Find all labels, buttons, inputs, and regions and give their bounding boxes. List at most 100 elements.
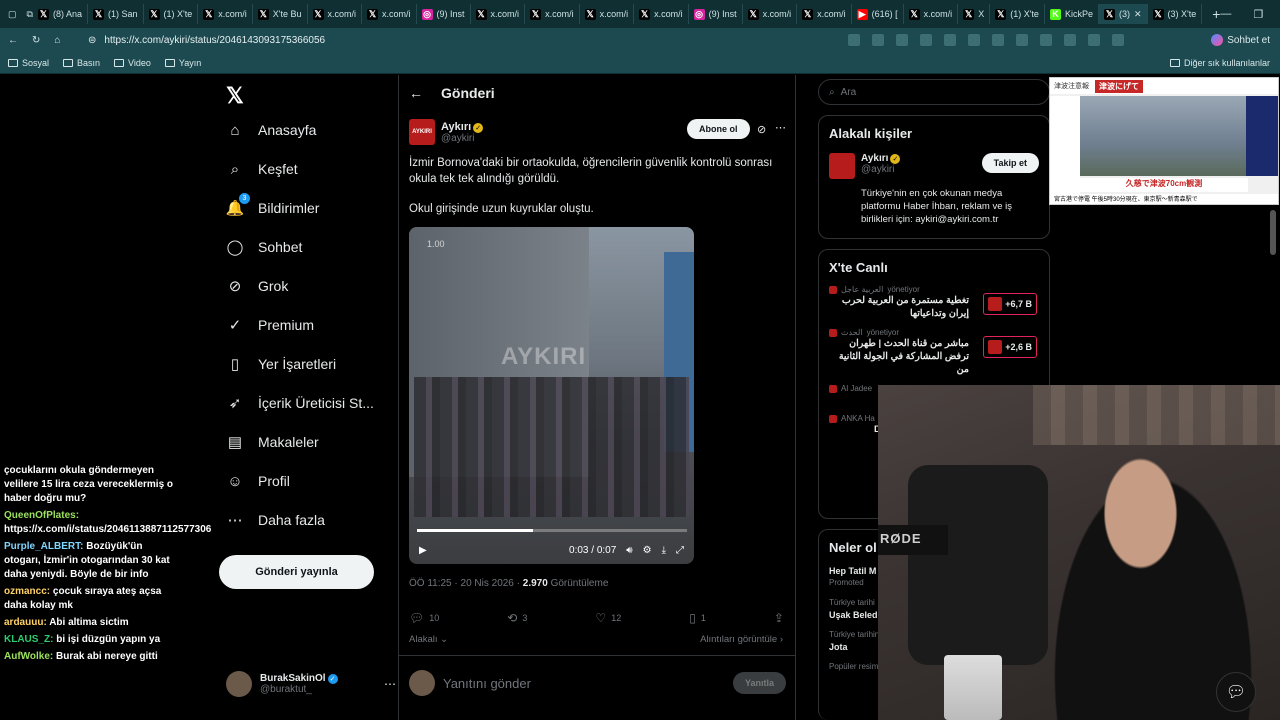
bookmark-folder[interactable]: Sosyal [8, 58, 49, 68]
browser-tab[interactable]: 𝕏x.com/i [471, 4, 526, 24]
nav-item-grok[interactable]: ⊘ Grok [226, 277, 289, 295]
live-item[interactable]: العربية عاجل yönetiyor تغطية مستمرة من الع… [819, 281, 1049, 324]
settings-icon[interactable]: ⚙ [643, 545, 652, 556]
author-name[interactable]: Aykırı [441, 121, 471, 133]
browser-tab[interactable]: 𝕏X [958, 4, 991, 24]
share-button[interactable]: ⇪ [774, 611, 784, 625]
grok-icon[interactable]: ⊘ [757, 123, 766, 136]
site-info-icon[interactable]: ⊜ [88, 35, 96, 46]
extension-icon[interactable] [920, 34, 932, 46]
nav-item-chat[interactable]: ◯ Sohbet [226, 238, 303, 256]
related-avatar[interactable] [829, 153, 855, 179]
messages-fab-button[interactable]: 💬︎ [1216, 672, 1256, 712]
extension-icon[interactable] [872, 34, 884, 46]
follow-button[interactable]: Takip et [981, 153, 1039, 173]
url-field[interactable]: ⊜ https://x.com/aykiri/status/2046143093… [78, 31, 838, 49]
play-icon[interactable]: ▶ [419, 545, 427, 556]
bookmark-folder[interactable]: Basın [63, 58, 100, 68]
nav-item-profile[interactable]: ☺ Profil [226, 472, 290, 490]
search-input[interactable]: ⌕ Ara [818, 79, 1050, 105]
browser-tab[interactable]: 𝕏x.com/i [308, 4, 363, 24]
bookmark-folder[interactable]: Video [114, 58, 151, 68]
workspaces-icon[interactable]: ▢ [8, 9, 17, 20]
main-column: ← Gönderi AYKIRI Aykırı ✓ @aykiri Abone o… [398, 75, 796, 720]
related-dropdown[interactable]: Alakalı ⌄ [409, 634, 448, 645]
new-tab-button[interactable]: + [1212, 6, 1220, 22]
minimize-button[interactable]: — [1220, 8, 1231, 21]
extension-icon[interactable] [1088, 34, 1100, 46]
browser-tab[interactable]: ◎ (9) Inst [417, 4, 471, 24]
fullscreen-icon[interactable]: ⤢ [676, 545, 684, 556]
video-player[interactable]: AYKIRI 1.00 ▶ 0:03 / 0:07 🔊︎ ⚙ ⤓ ⤢ [409, 227, 694, 564]
browser-tab[interactable]: ▶ (616) [ [852, 4, 904, 24]
bookmark-folder[interactable]: Yayın [164, 58, 201, 68]
other-bookmarks[interactable]: Diğer sık kullanılanlar [1169, 58, 1270, 68]
browser-tab[interactable]: 𝕏x.com/i [362, 4, 417, 24]
reply-submit-button[interactable]: Yanıtla [732, 672, 786, 694]
home-button-icon[interactable]: ⌂ [54, 35, 60, 46]
nav-item-rocket[interactable]: ➶ İçerik Üreticisi St... [226, 394, 374, 412]
reply-button[interactable]: 💬︎ 10 [409, 611, 439, 625]
browser-tab[interactable]: 𝕏 (8) Ana [33, 4, 88, 24]
browser-tab[interactable]: 𝕏x.com/i [580, 4, 635, 24]
related-person[interactable]: Aykırı ✓ @aykiri Takip et [819, 147, 1049, 185]
extension-icon[interactable] [896, 34, 908, 46]
extension-icon[interactable] [968, 34, 980, 46]
nav-item-search[interactable]: ⌕ Keşfet [226, 160, 298, 178]
download-icon[interactable]: ⤓ [662, 545, 666, 556]
more-options-icon[interactable]: ⋯ [775, 121, 786, 134]
extension-icon[interactable] [1112, 34, 1124, 46]
nav-item-premium[interactable]: ✓ Premium [226, 316, 314, 334]
restore-button[interactable]: ❐ [1253, 8, 1263, 21]
post-button[interactable]: Gönderi yayınla [219, 555, 374, 589]
browser-tab[interactable]: 𝕏 (3) X'te [1148, 4, 1203, 24]
more-icon[interactable]: ⋯ [384, 677, 396, 691]
browser-tab[interactable]: 𝕏x.com/i [904, 4, 959, 24]
extension-icon[interactable] [1016, 34, 1028, 46]
extension-icon[interactable] [944, 34, 956, 46]
nav-item-article[interactable]: ▤ Makaleler [226, 433, 319, 451]
x-logo-icon[interactable]: 𝕏 [226, 83, 244, 109]
browser-tab[interactable]: 𝕏x.com/i [797, 4, 852, 24]
close-tab-icon[interactable]: ✕ [1134, 9, 1142, 20]
author-avatar[interactable]: AYKIRI [409, 119, 435, 145]
browser-tab[interactable]: 𝕏x.com/i [525, 4, 580, 24]
extension-icon[interactable] [1040, 34, 1052, 46]
volume-icon[interactable]: 🔊︎ [626, 545, 632, 556]
reply-input[interactable]: Yanıtını gönder [443, 676, 531, 691]
browser-tab[interactable]: 𝕏x.com/i [198, 4, 253, 24]
refresh-icon[interactable]: ↻ [32, 35, 40, 46]
account-switcher[interactable]: BurakSakinOl ✓ @buraktut_ ⋯ [226, 671, 396, 697]
browser-tab[interactable]: 𝕏 (3) ✕ [1098, 4, 1148, 24]
nav-item-bell[interactable]: 🔔 3 Bildirimler [226, 193, 319, 217]
repost-button[interactable]: ⟲ 3 [507, 611, 527, 625]
copilot-chat-button[interactable]: Sohbet et [1211, 34, 1270, 46]
post-timestamp[interactable]: ÖÖ 11:25 · 20 Nis 2026 · [409, 578, 523, 589]
nav-item-bookmark[interactable]: ▯ Yer İşaretleri [226, 355, 336, 373]
like-button[interactable]: ♡ 12 [595, 611, 621, 625]
extension-icon[interactable] [1064, 34, 1076, 46]
browser-tab[interactable]: 𝕏x.com/i [743, 4, 798, 24]
nav-item-home[interactable]: ⌂ Anasayfa [226, 121, 316, 139]
back-icon[interactable]: ← [8, 35, 18, 46]
browser-tab[interactable]: ◎ (9) Inst [689, 4, 743, 24]
live-item[interactable]: الحدث yönetiyor مباشر من قناة الحدث | طهرا… [819, 324, 1049, 380]
nav-item-more[interactable]: ⋯ Daha fazla [226, 511, 325, 529]
back-arrow-icon[interactable]: ← [409, 85, 423, 101]
related-name[interactable]: Aykırı [861, 153, 888, 164]
browser-tab[interactable]: K KickPe [1045, 4, 1099, 24]
browser-tab[interactable]: 𝕏x.com/i [634, 4, 689, 24]
video-progress-bar[interactable] [417, 529, 687, 532]
bookmark-button[interactable]: ▯ 1 [689, 611, 706, 625]
author-handle[interactable]: @aykiri [441, 133, 483, 144]
browser-tab[interactable]: 𝕏 X'te Bu [253, 4, 308, 24]
scrollbar[interactable] [1270, 210, 1276, 255]
post-author[interactable]: AYKIRI Aykırı ✓ @aykiri [409, 119, 484, 145]
browser-tab[interactable]: 𝕏 (1) San [88, 4, 144, 24]
extension-icon[interactable] [848, 34, 860, 46]
view-quotes-link[interactable]: Alıntıları görüntüle › [700, 634, 783, 645]
browser-tab[interactable]: 𝕏 (1) X'te [144, 4, 199, 24]
subscribe-button[interactable]: Abone ol [687, 119, 750, 139]
browser-tab[interactable]: 𝕏 (1) X'te [990, 4, 1045, 24]
extension-icon[interactable] [992, 34, 1004, 46]
